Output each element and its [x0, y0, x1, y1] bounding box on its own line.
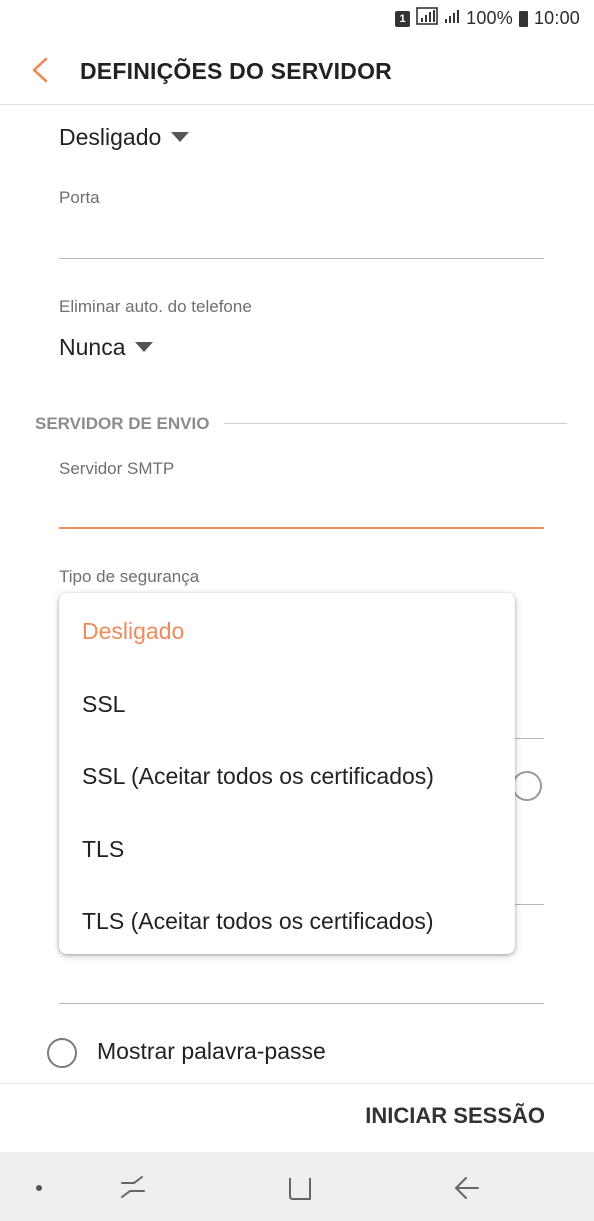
dropdown-arrow-icon	[135, 341, 154, 352]
delete-select[interactable]: Nunca	[59, 334, 154, 361]
port-field[interactable]	[59, 218, 544, 248]
smtp-underline-focused	[59, 527, 544, 529]
delete-label: Eliminar auto. do telefone	[59, 297, 252, 316]
port-label: Porta	[59, 188, 100, 207]
delete-value: Nunca	[59, 334, 126, 360]
option-tls[interactable]: TLS	[82, 836, 124, 863]
signal-icon	[416, 7, 438, 30]
app-header: DEFINIÇÕES DO SERVIDOR	[0, 36, 594, 105]
radio-icon[interactable]	[515, 771, 542, 801]
password-underline	[59, 1003, 544, 1004]
option-ssl-accept-all[interactable]: SSL (Aceitar todos os certificados)	[82, 763, 434, 790]
login-button[interactable]: INICIAR SESSÃO	[365, 1103, 545, 1129]
incoming-security-value: Desligado	[59, 124, 162, 150]
dropdown-arrow-icon	[171, 131, 190, 142]
incoming-security-select[interactable]: Desligado	[59, 124, 190, 151]
recents-button[interactable]	[118, 1174, 148, 1207]
chevron-left-icon	[32, 57, 48, 83]
show-password-label[interactable]: Mostrar palavra-passe	[97, 1038, 326, 1065]
back-button[interactable]	[26, 50, 56, 90]
sim-badge: 1	[395, 10, 411, 27]
smtp-field[interactable]	[59, 488, 544, 518]
home-icon	[289, 1178, 311, 1200]
field-underline	[515, 904, 544, 905]
smtp-label: Servidor SMTP	[59, 459, 175, 478]
security-type-dropdown: Desligado SSL SSL (Aceitar todos os cert…	[59, 593, 515, 954]
battery-percent: 100%	[466, 8, 513, 28]
option-desligado[interactable]: Desligado	[82, 618, 184, 645]
option-tls-accept-all[interactable]: TLS (Aceitar todos os certificados)	[82, 908, 434, 935]
section-divider	[224, 423, 567, 424]
option-ssl[interactable]: SSL	[82, 691, 125, 718]
status-bar: 1 100% 10:00	[0, 0, 594, 36]
port-underline	[59, 258, 544, 259]
footer-divider	[0, 1083, 594, 1084]
section-header-outgoing: SERVIDOR DE ENVIO	[35, 414, 210, 433]
status-icons: 1 100% 10:00	[395, 7, 580, 30]
battery-icon	[518, 10, 528, 27]
signal-strength-icon	[444, 8, 460, 29]
dot-icon	[36, 1185, 42, 1191]
show-password-checkbox[interactable]	[47, 1038, 77, 1068]
recents-icon	[121, 1176, 145, 1198]
back-nav-button[interactable]	[452, 1174, 482, 1207]
navigation-bar	[0, 1152, 594, 1221]
security-type-label: Tipo de segurança	[59, 567, 200, 586]
clock: 10:00	[533, 8, 580, 28]
home-button[interactable]	[286, 1174, 314, 1207]
field-underline	[515, 738, 544, 739]
page-title: DEFINIÇÕES DO SERVIDOR	[80, 58, 392, 84]
back-arrow-icon	[455, 1177, 479, 1199]
